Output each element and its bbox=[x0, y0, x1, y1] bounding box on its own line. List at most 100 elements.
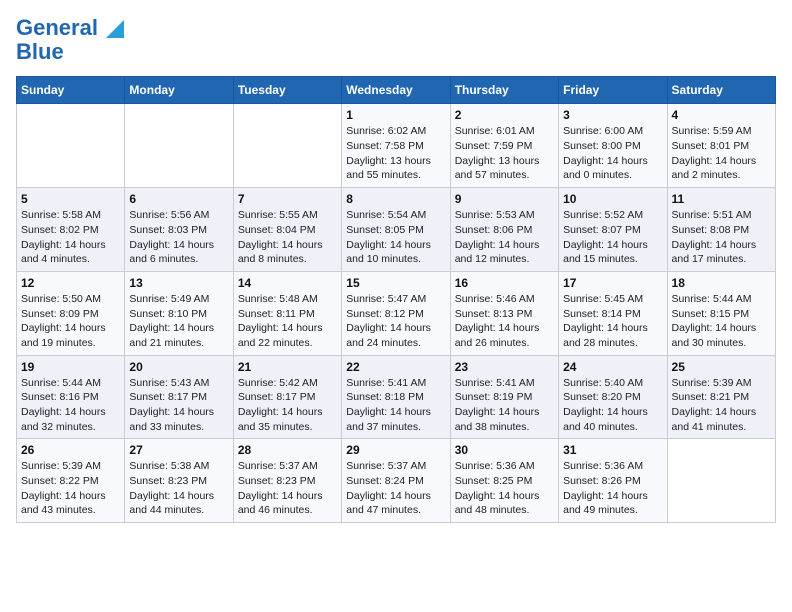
daylight-hours: Daylight: 14 hours and 30 minutes. bbox=[672, 322, 757, 349]
sunset-info: Sunset: 8:00 PM bbox=[563, 140, 641, 152]
day-info: Sunrise: 6:01 AMSunset: 7:59 PMDaylight:… bbox=[455, 124, 554, 183]
day-number: 17 bbox=[563, 276, 662, 290]
day-info: Sunrise: 5:39 AMSunset: 8:21 PMDaylight:… bbox=[672, 376, 771, 435]
calendar-cell: 28Sunrise: 5:37 AMSunset: 8:23 PMDayligh… bbox=[233, 439, 341, 523]
daylight-hours: Daylight: 14 hours and 12 minutes. bbox=[455, 239, 540, 266]
day-number: 18 bbox=[672, 276, 771, 290]
daylight-hours: Daylight: 14 hours and 4 minutes. bbox=[21, 239, 106, 266]
day-number: 16 bbox=[455, 276, 554, 290]
day-number: 29 bbox=[346, 443, 445, 457]
calendar-cell: 4 Sunrise: 5:59 AMSunset: 8:01 PMDaylight… bbox=[667, 104, 775, 188]
page-header: General Blue bbox=[16, 16, 776, 64]
sunset-info: Sunset: 7:59 PM bbox=[455, 140, 533, 152]
calendar-cell: 13Sunrise: 5:49 AMSunset: 8:10 PMDayligh… bbox=[125, 271, 233, 355]
sunrise-info: Sunrise: 5:46 AM bbox=[455, 293, 535, 305]
daylight-hours: Daylight: 14 hours and 26 minutes. bbox=[455, 322, 540, 349]
day-info: Sunrise: 5:45 AMSunset: 8:14 PMDaylight:… bbox=[563, 292, 662, 351]
day-number: 19 bbox=[21, 360, 120, 374]
sunrise-info: Sunrise: 5:40 AM bbox=[563, 377, 643, 389]
day-info: Sunrise: 5:53 AM Sunset: 8:06 PM Daylight:… bbox=[455, 208, 554, 267]
sunset-info: Sunset: 8:13 PM bbox=[455, 308, 533, 320]
logo: General Blue bbox=[16, 16, 124, 64]
weekday-header: Saturday bbox=[667, 77, 775, 104]
calendar-cell: 16 Sunrise: 5:46 AM Sunset: 8:13 PM Dayligh… bbox=[450, 271, 558, 355]
logo-text: General bbox=[16, 16, 124, 40]
day-number: 25 bbox=[672, 360, 771, 374]
weekday-header: Wednesday bbox=[342, 77, 450, 104]
sunset-info: Sunset: 8:18 PM bbox=[346, 391, 424, 403]
calendar-cell: 7Sunrise: 5:55 AMSunset: 8:04 PMDaylight… bbox=[233, 188, 341, 272]
day-info: Sunrise: 5:59 AMSunset: 8:01 PMDaylight:… bbox=[672, 124, 771, 183]
day-info: Sunrise: 5:38 AMSunset: 8:23 PMDaylight:… bbox=[129, 459, 228, 518]
sunset-info: Sunset: 8:19 PM bbox=[455, 391, 533, 403]
sunrise-info: Sunrise: 5:51 AM bbox=[672, 209, 752, 221]
daylight-hours: Daylight: 14 hours and 48 minutes. bbox=[455, 490, 540, 517]
calendar-cell: 25 Sunrise: 5:39 AMSunset: 8:21 PMDayligh… bbox=[667, 355, 775, 439]
calendar-cell: 27 Sunrise: 5:38 AMSunset: 8:23 PMDayligh… bbox=[125, 439, 233, 523]
day-number: 26 bbox=[21, 443, 120, 457]
daylight-hours: Daylight: 13 hours and 57 minutes. bbox=[455, 155, 540, 182]
day-info: Sunrise: 5:44 AMSunset: 8:16 PMDaylight:… bbox=[21, 376, 120, 435]
calendar-week-row: 1Sunrise: 6:02 AMSunset: 7:58 PMDaylight… bbox=[17, 104, 776, 188]
day-number: 20 bbox=[129, 360, 228, 374]
day-info: Sunrise: 5:48 AMSunset: 8:11 PMDaylight:… bbox=[238, 292, 337, 351]
day-info: Sunrise: 5:54 AMSunset: 8:05 PMDaylight:… bbox=[346, 208, 445, 267]
day-number: 6 bbox=[129, 192, 228, 206]
calendar-cell: 26Sunrise: 5:39 AMSunset: 8:22 PMDayligh… bbox=[17, 439, 125, 523]
sunrise-info: Sunrise: 5:42 AM bbox=[238, 377, 318, 389]
daylight-hours: Daylight: 14 hours and 43 minutes. bbox=[21, 490, 106, 517]
daylight-hours: Daylight: 14 hours and 49 minutes. bbox=[563, 490, 648, 517]
sunset-info: Sunset: 8:09 PM bbox=[21, 308, 99, 320]
day-info: Sunrise: 5:52 AMSunset: 8:07 PMDaylight:… bbox=[563, 208, 662, 267]
sunset-info: Sunset: 8:06 PM bbox=[455, 224, 533, 236]
sunrise-info: Sunrise: 5:37 AM bbox=[346, 460, 426, 472]
daylight-hours: Daylight: 14 hours and 24 minutes. bbox=[346, 322, 431, 349]
calendar-cell: 15Sunrise: 5:47 AMSunset: 8:12 PMDayligh… bbox=[342, 271, 450, 355]
day-number: 7 bbox=[238, 192, 337, 206]
logo-triangle-icon bbox=[106, 20, 124, 38]
day-info: Sunrise: 5:36 AMSunset: 8:26 PMDaylight:… bbox=[563, 459, 662, 518]
sunrise-info: Sunrise: 5:44 AM bbox=[672, 293, 752, 305]
sunset-info: Sunset: 8:01 PM bbox=[672, 140, 750, 152]
day-number: 24 bbox=[563, 360, 662, 374]
calendar-cell: 2Sunrise: 6:01 AMSunset: 7:59 PMDaylight… bbox=[450, 104, 558, 188]
sunrise-info: Sunrise: 5:50 AM bbox=[21, 293, 101, 305]
daylight-hours: Daylight: 14 hours and 32 minutes. bbox=[21, 406, 106, 433]
sunset-info: Sunset: 8:16 PM bbox=[21, 391, 99, 403]
sunset-info: Sunset: 8:23 PM bbox=[129, 475, 207, 487]
sunrise-info: Sunrise: 5:53 AM bbox=[455, 209, 535, 221]
sunrise-info: Sunrise: 5:39 AM bbox=[672, 377, 752, 389]
daylight-hours: Daylight: 14 hours and 47 minutes. bbox=[346, 490, 431, 517]
day-info: Sunrise: 6:00 AMSunset: 8:00 PMDaylight:… bbox=[563, 124, 662, 183]
daylight-hours: Daylight: 14 hours and 40 minutes. bbox=[563, 406, 648, 433]
sunset-info: Sunset: 8:23 PM bbox=[238, 475, 316, 487]
calendar-cell bbox=[17, 104, 125, 188]
calendar-week-row: 5Sunrise: 5:58 AMSunset: 8:02 PMDaylight… bbox=[17, 188, 776, 272]
calendar-header-row: SundayMondayTuesdayWednesdayThursdayFrid… bbox=[17, 77, 776, 104]
sunset-info: Sunset: 8:20 PM bbox=[563, 391, 641, 403]
day-info: Sunrise: 5:41 AMSunset: 8:19 PMDaylight:… bbox=[455, 376, 554, 435]
sunrise-info: Sunrise: 5:49 AM bbox=[129, 293, 209, 305]
calendar-cell: 3Sunrise: 6:00 AMSunset: 8:00 PMDaylight… bbox=[559, 104, 667, 188]
calendar-cell: 17 Sunrise: 5:45 AMSunset: 8:14 PMDayligh… bbox=[559, 271, 667, 355]
day-number: 30 bbox=[455, 443, 554, 457]
day-number: 5 bbox=[21, 192, 120, 206]
day-info: Sunrise: 6:02 AMSunset: 7:58 PMDaylight:… bbox=[346, 124, 445, 183]
daylight-hours: Daylight: 14 hours and 19 minutes. bbox=[21, 322, 106, 349]
day-number: 27 bbox=[129, 443, 228, 457]
day-number: 21 bbox=[238, 360, 337, 374]
day-info: Sunrise: 5:37 AMSunset: 8:24 PMDaylight:… bbox=[346, 459, 445, 518]
sunrise-info: Sunrise: 5:55 AM bbox=[238, 209, 318, 221]
daylight-hours: Daylight: 14 hours and 28 minutes. bbox=[563, 322, 648, 349]
sunset-info: Sunset: 8:02 PM bbox=[21, 224, 99, 236]
calendar-cell: 31Sunrise: 5:36 AMSunset: 8:26 PMDayligh… bbox=[559, 439, 667, 523]
day-number: 4 bbox=[672, 108, 771, 122]
daylight-hours: Daylight: 14 hours and 8 minutes. bbox=[238, 239, 323, 266]
sunset-info: Sunset: 8:25 PM bbox=[455, 475, 533, 487]
day-number: 13 bbox=[129, 276, 228, 290]
calendar-table: SundayMondayTuesdayWednesdayThursdayFrid… bbox=[16, 76, 776, 523]
calendar-cell: 19 Sunrise: 5:44 AMSunset: 8:16 PMDayligh… bbox=[17, 355, 125, 439]
daylight-hours: Daylight: 14 hours and 44 minutes. bbox=[129, 490, 214, 517]
daylight-hours: Daylight: 14 hours and 17 minutes. bbox=[672, 239, 757, 266]
daylight-hours: Daylight: 14 hours and 2 minutes. bbox=[672, 155, 757, 182]
